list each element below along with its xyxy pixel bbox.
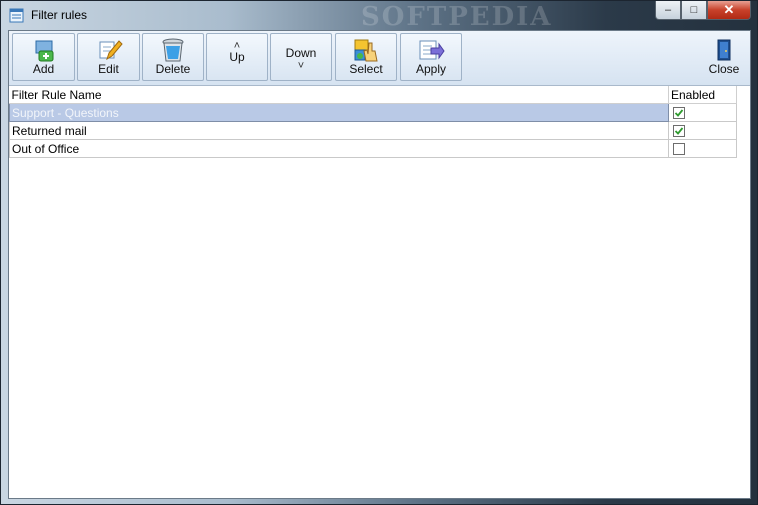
select-label: Select [349,62,383,76]
arrow-down-icon: ˅ [297,60,305,72]
checkmark-icon [674,108,684,117]
client-area: Add Edit Delete ˄ Up Down ˅ Select Apply… [8,30,751,499]
close-icon: ✕ [723,2,735,17]
minimize-button[interactable]: – [655,1,681,20]
down-label: Down [285,46,317,60]
edit-pencil-icon [99,40,123,61]
exit-door-icon [717,39,731,61]
checkmark-icon [674,126,684,135]
table-row[interactable]: Returned mail [9,121,737,140]
table-row[interactable]: Support - Questions [9,103,737,122]
add-button[interactable]: Add [12,33,75,81]
title-bar[interactable]: Filter rules SOFTPEDIA – □ ✕ [1,1,757,32]
add-label: Add [32,62,55,76]
minimize-icon: – [664,4,672,16]
up-button[interactable]: ˄ Up [206,33,268,81]
toolbar: Add Edit Delete ˄ Up Down ˅ Select Apply… [9,31,750,86]
close-button[interactable]: Close [699,33,749,81]
rule-name-cell[interactable]: Support - Questions [9,103,669,122]
select-button[interactable]: Select [335,33,397,81]
enabled-checkbox[interactable] [673,142,685,155]
apply-icon [419,40,445,60]
up-label: Up [229,50,245,64]
add-rule-icon [35,40,53,62]
table-header-row: Filter Rule Name Enabled [9,86,737,104]
rules-table: Filter Rule Name Enabled Support - Quest… [9,86,737,158]
delete-label: Delete [155,62,191,76]
enabled-checkbox[interactable] [673,124,685,137]
maximize-icon: □ [690,4,698,16]
close-window-button[interactable]: ✕ [707,1,751,20]
maximize-button[interactable]: □ [681,1,707,20]
table-row[interactable]: Out of Office [9,139,737,158]
column-header-rule-name[interactable]: Filter Rule Name [9,86,669,104]
apply-label: Apply [415,62,447,76]
delete-button[interactable]: Delete [142,33,204,81]
filter-rules-app-icon [9,8,24,23]
filter-rules-grid: Filter Rule Name Enabled Support - Quest… [9,86,737,158]
filter-rules-window: Filter rules SOFTPEDIA – □ ✕ Add Edit De… [0,0,758,505]
rule-name-cell[interactable]: Out of Office [9,139,669,158]
select-hand-icon [354,39,378,62]
rule-name-cell[interactable]: Returned mail [9,121,669,140]
edit-button[interactable]: Edit [77,33,140,81]
trash-bin-icon [162,38,184,62]
enabled-cell [668,121,737,140]
column-header-enabled[interactable]: Enabled [668,86,737,104]
caption-buttons: – □ ✕ [655,1,751,20]
enabled-checkbox[interactable] [673,106,685,119]
enabled-cell [668,139,737,158]
softpedia-watermark: SOFTPEDIA [361,2,553,32]
edit-label: Edit [98,62,119,76]
enabled-cell [668,103,737,122]
window-title: Filter rules [31,8,88,22]
close-label: Close [708,62,740,76]
apply-button[interactable]: Apply [400,33,462,81]
down-button[interactable]: Down ˅ [270,33,332,81]
